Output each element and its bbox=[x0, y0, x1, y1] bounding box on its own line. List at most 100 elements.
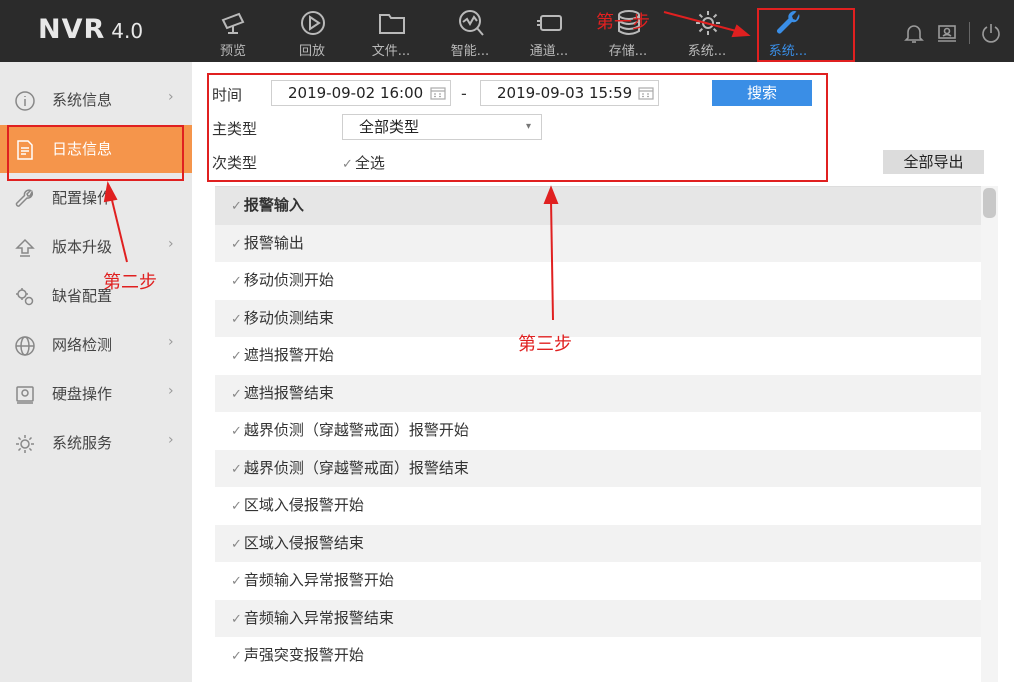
checkmark-icon: ✓ bbox=[231, 349, 242, 364]
play-icon bbox=[301, 11, 325, 35]
list-item[interactable]: ✓ 音频输入异常报警结束 bbox=[215, 599, 983, 637]
list-item[interactable]: ✓ 越界侦测（穿越警戒面）报警开始 bbox=[215, 412, 983, 450]
list-item-label: 报警输入 bbox=[243, 196, 304, 214]
list-item-label: 遮挡报警开始 bbox=[243, 346, 334, 364]
tab-channel[interactable]: 通道... bbox=[513, 0, 585, 62]
list-item-label: 音频输入异常报警结束 bbox=[243, 608, 394, 627]
gear-icon bbox=[696, 11, 720, 35]
sidebar-item-disk-ops[interactable]: 硬盘操作 › bbox=[0, 370, 192, 418]
list-item[interactable]: ✓ 移动侦测结束 bbox=[215, 299, 983, 337]
scrollbar-thumb[interactable] bbox=[983, 188, 996, 218]
step1-annotation: 第一步 bbox=[596, 12, 650, 33]
step3-annotation: 第三步 bbox=[518, 334, 572, 355]
checkmark-icon: ✓ bbox=[231, 574, 242, 589]
chevron-right-icon: › bbox=[168, 236, 174, 252]
step3-highlight-box bbox=[207, 73, 828, 182]
service-icon bbox=[16, 435, 34, 453]
checkmark-icon: ✓ bbox=[231, 274, 242, 289]
sidebar-item-label: 配置操作 bbox=[52, 189, 113, 207]
sidebar-item-label: 网络检测 bbox=[52, 336, 113, 354]
chevron-right-icon: › bbox=[168, 383, 174, 399]
checkmark-icon: ✓ bbox=[231, 386, 242, 402]
export-all-button[interactable]: 全部导出 bbox=[883, 150, 984, 174]
folder-icon bbox=[379, 14, 405, 34]
sidebar-item-upgrade[interactable]: 版本升级 › bbox=[0, 223, 192, 271]
tab-system-config[interactable]: 系统... bbox=[671, 0, 743, 62]
list-item[interactable]: ✓ 区域入侵报警开始 bbox=[215, 487, 983, 525]
checkmark-icon: ✓ bbox=[231, 649, 242, 664]
checkmark-icon: ✓ bbox=[231, 199, 242, 214]
tab-preview[interactable]: 预览 bbox=[197, 0, 269, 62]
list-item[interactable]: ✓ 移动侦测开始 bbox=[215, 262, 983, 300]
sidebar-item-label: 系统信息 bbox=[52, 91, 113, 109]
tab-label: 预览 bbox=[219, 44, 246, 59]
tab-playback[interactable]: 回放 bbox=[276, 0, 348, 62]
list-item[interactable]: ✓ 越界侦测（穿越警戒面）报警结束 bbox=[215, 449, 983, 487]
list-scrollbar[interactable] bbox=[981, 186, 998, 682]
tab-files[interactable]: 文件... bbox=[355, 0, 427, 62]
upgrade-icon bbox=[15, 238, 35, 257]
smart-analysis-icon bbox=[459, 10, 484, 36]
sidebar-item-label: 硬盘操作 bbox=[52, 385, 113, 403]
list-item-label: 报警输出 bbox=[243, 233, 304, 252]
step1-highlight-box bbox=[757, 8, 855, 62]
wrench-icon bbox=[15, 189, 34, 207]
tab-smart[interactable]: 智能... bbox=[434, 0, 506, 62]
list-item-label: 遮挡报警结束 bbox=[243, 383, 334, 402]
list-item-label: 区域入侵报警开始 bbox=[243, 496, 364, 514]
list-item-label: 移动侦测结束 bbox=[243, 308, 334, 327]
sidebar-item-label: 版本升级 bbox=[52, 238, 113, 256]
list-item-label: 越界侦测（穿越警戒面）报警结束 bbox=[243, 458, 469, 477]
gears-icon bbox=[16, 288, 34, 306]
sidebar-item-system-info[interactable]: 系统信息 › bbox=[0, 76, 192, 124]
sidebar-item-network-test[interactable]: 网络检测 › bbox=[0, 321, 192, 369]
checkmark-icon: ✓ bbox=[231, 311, 242, 327]
list-item[interactable]: ✓ 报警输出 bbox=[215, 224, 983, 262]
top-navigation-bar: NVR 4.0 预览 回放 文件... 智能... 通道... 存储... 系统.… bbox=[0, 0, 1014, 62]
checkmark-icon: ✓ bbox=[231, 461, 242, 477]
step2-highlight-box bbox=[7, 125, 184, 181]
logo-version: 4.0 bbox=[111, 19, 144, 43]
sidebar-item-default-config[interactable]: 缺省配置 bbox=[0, 272, 192, 320]
log-type-list: ✓ 报警输入 ✓ 报警输出 ✓ 移动侦测开始 ✓ 移动侦测结束 ✓ 遮挡报警开始 ✓ 遮挡报… bbox=[215, 186, 983, 676]
list-item[interactable]: ✓ 报警输入 bbox=[215, 187, 983, 225]
list-item-label: 移动侦测开始 bbox=[243, 271, 334, 289]
list-item-label: 区域入侵报警结束 bbox=[243, 533, 364, 552]
power-icon[interactable] bbox=[980, 22, 1002, 44]
tab-label: 存储... bbox=[608, 44, 648, 59]
tab-label: 回放 bbox=[298, 44, 325, 59]
checkmark-icon: ✓ bbox=[231, 611, 242, 627]
tab-label: 系统... bbox=[687, 44, 727, 59]
list-item[interactable]: ✓ 区域入侵报警结束 bbox=[215, 524, 983, 562]
bell-icon[interactable] bbox=[903, 22, 925, 44]
camera-icon bbox=[221, 12, 245, 34]
checkmark-icon: ✓ bbox=[231, 499, 242, 514]
nvr-logo: NVR 4.0 bbox=[38, 14, 143, 45]
sidebar-item-label: 系统服务 bbox=[52, 434, 113, 452]
info-icon bbox=[15, 91, 35, 111]
tab-label: 通道... bbox=[529, 44, 569, 59]
checkmark-icon: ✓ bbox=[231, 536, 242, 552]
sidebar-item-config-ops[interactable]: 配置操作 bbox=[0, 174, 192, 222]
checkmark-icon: ✓ bbox=[231, 424, 242, 439]
list-item-label: 音频输入异常报警开始 bbox=[243, 571, 394, 589]
globe-icon bbox=[15, 336, 35, 356]
list-item[interactable]: ✓ 音频输入异常报警开始 bbox=[215, 562, 983, 600]
list-item-label: 越界侦测（穿越警戒面）报警开始 bbox=[243, 421, 469, 439]
list-item[interactable]: ✓ 声强突变报警开始 bbox=[215, 637, 983, 675]
tab-label: 智能... bbox=[450, 44, 490, 59]
channel-icon bbox=[537, 15, 562, 31]
logo-name: NVR bbox=[38, 14, 106, 45]
list-item-label: 声强突变报警开始 bbox=[243, 646, 364, 664]
sidebar-item-system-service[interactable]: 系统服务 › bbox=[0, 419, 192, 467]
user-icon[interactable] bbox=[936, 22, 958, 44]
divider bbox=[969, 22, 970, 44]
chevron-right-icon: › bbox=[168, 334, 174, 350]
chevron-right-icon: › bbox=[168, 432, 174, 448]
list-item[interactable]: ✓ 遮挡报警开始 bbox=[215, 337, 983, 375]
checkmark-icon: ✓ bbox=[231, 236, 242, 252]
list-item[interactable]: ✓ 遮挡报警结束 bbox=[215, 374, 983, 412]
tab-label: 文件... bbox=[371, 44, 411, 59]
step2-annotation: 第二步 bbox=[103, 272, 157, 293]
disk-icon bbox=[16, 386, 34, 404]
